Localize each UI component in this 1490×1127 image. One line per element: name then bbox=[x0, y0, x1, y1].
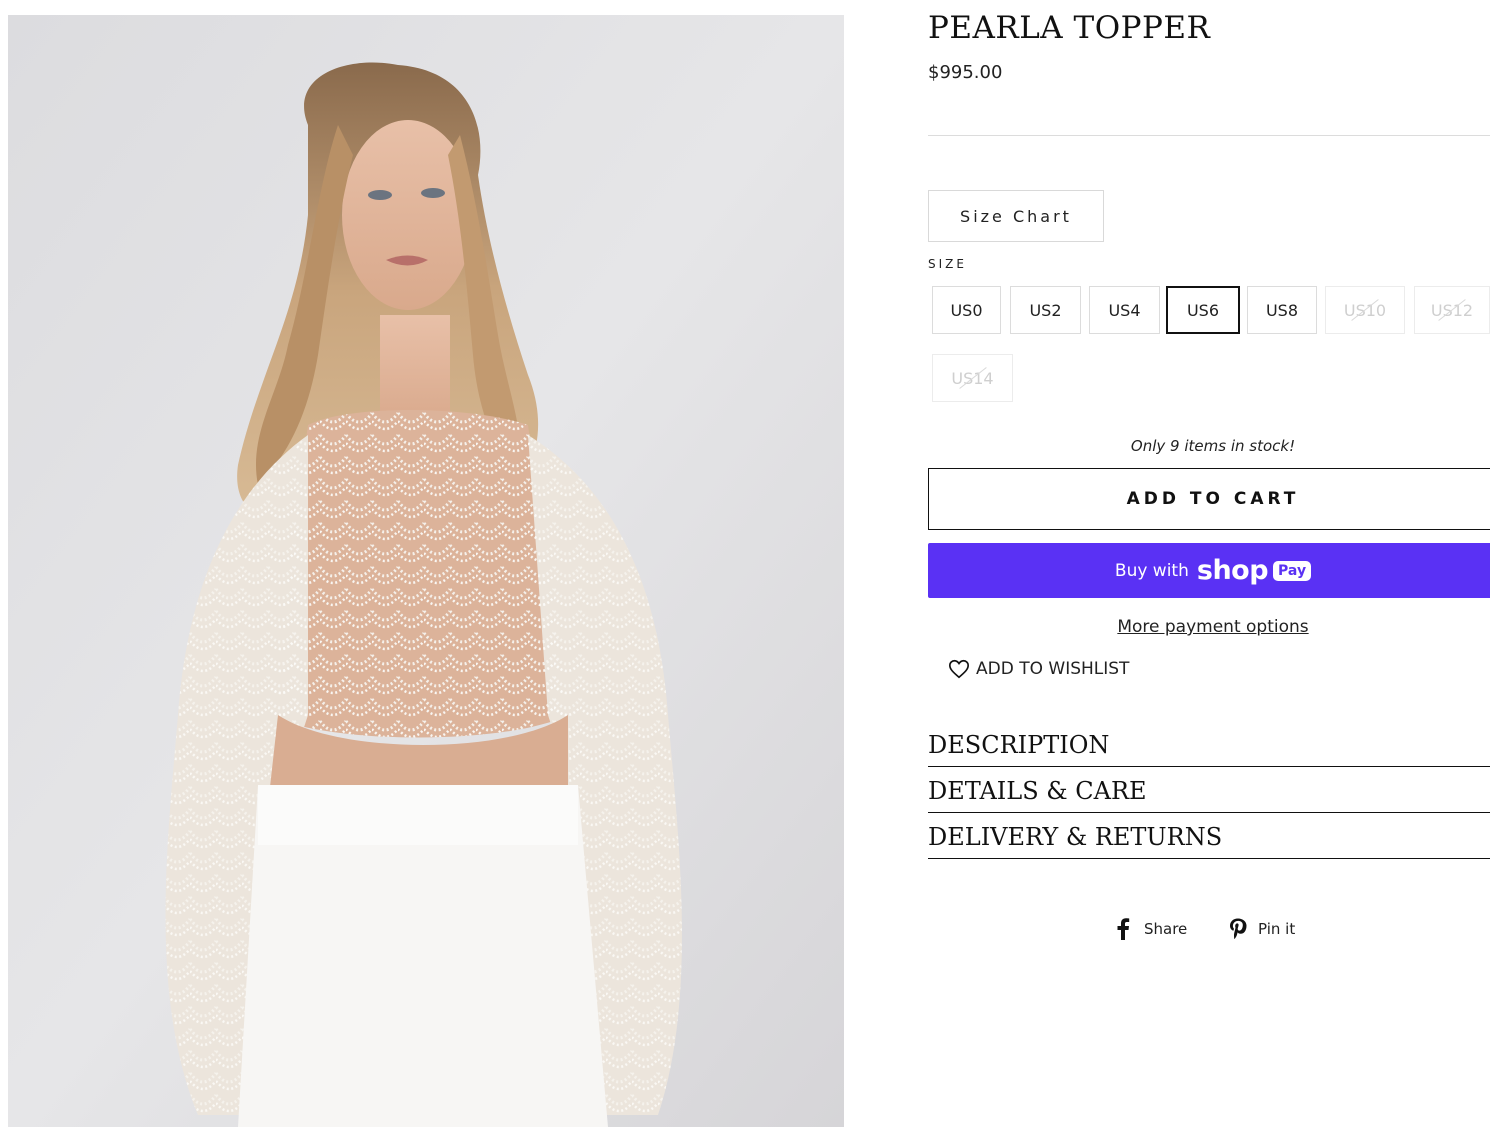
size-option-us6[interactable]: US6 bbox=[1166, 286, 1240, 334]
size-label: SIZE bbox=[928, 257, 967, 271]
pinterest-icon bbox=[1230, 918, 1247, 939]
stock-message: Only 9 items in stock! bbox=[1130, 437, 1296, 455]
product-title: PEARLA TOPPER bbox=[928, 10, 1211, 46]
facebook-icon bbox=[1117, 918, 1130, 940]
shop-pay-buy-with: Buy with bbox=[1114, 560, 1189, 581]
size-option-label: US6 bbox=[1186, 300, 1220, 320]
divider bbox=[928, 135, 1490, 136]
shop-pay-logo: shop bbox=[1196, 555, 1269, 586]
size-option-us4[interactable]: US4 bbox=[1089, 286, 1160, 334]
size-option-label: US0 bbox=[950, 300, 983, 320]
shop-pay-pill: Pay bbox=[1273, 560, 1312, 581]
size-option-label: US12 bbox=[1430, 300, 1474, 320]
wishlist-label: ADD TO WISHLIST bbox=[976, 659, 1130, 679]
add-to-wishlist-button[interactable]: ADD TO WISHLIST bbox=[948, 658, 1129, 680]
size-option-us8[interactable]: US8 bbox=[1247, 286, 1317, 334]
accordion-details-care[interactable]: DETAILS & CARE bbox=[928, 777, 1490, 813]
more-payment-options-link[interactable]: More payment options bbox=[928, 617, 1490, 637]
size-option-us0[interactable]: US0 bbox=[932, 286, 1001, 334]
shop-pay-button[interactable]: Buy with shop Pay bbox=[928, 543, 1490, 598]
size-option-label: US4 bbox=[1108, 300, 1141, 320]
product-price: $995.00 bbox=[928, 62, 1003, 83]
accordion-label: DESCRIPTION bbox=[928, 731, 1110, 759]
share-facebook-button[interactable]: Share bbox=[1114, 918, 1187, 940]
accordion-label: DELIVERY & RETURNS bbox=[928, 823, 1223, 851]
size-option-us10[interactable]: US10 bbox=[1325, 286, 1405, 334]
size-option-us2[interactable]: US2 bbox=[1010, 286, 1081, 334]
product-info: PEARLA TOPPER $995.00 Size Chart SIZE US… bbox=[928, 0, 1490, 1127]
product-image[interactable] bbox=[8, 15, 844, 1127]
size-chart-button[interactable]: Size Chart bbox=[928, 190, 1104, 242]
accordion-description[interactable]: DESCRIPTION bbox=[928, 731, 1490, 767]
size-option-us14[interactable]: US14 bbox=[932, 354, 1013, 402]
add-to-cart-button[interactable]: ADD TO CART bbox=[928, 468, 1490, 530]
share-label: Share bbox=[1144, 920, 1188, 938]
accordion-delivery-returns[interactable]: DELIVERY & RETURNS bbox=[928, 823, 1490, 859]
heart-icon bbox=[949, 659, 969, 679]
size-option-label: US2 bbox=[1029, 300, 1062, 320]
size-option-label: US10 bbox=[1343, 300, 1387, 320]
accordion-label: DETAILS & CARE bbox=[928, 777, 1147, 805]
product-photo-illustration bbox=[8, 15, 844, 1127]
size-option-label: US14 bbox=[951, 368, 994, 388]
pin-label: Pin it bbox=[1258, 920, 1296, 938]
pin-it-button[interactable]: Pin it bbox=[1228, 918, 1295, 940]
size-option-label: US8 bbox=[1265, 300, 1299, 320]
size-option-us12[interactable]: US12 bbox=[1414, 286, 1490, 334]
